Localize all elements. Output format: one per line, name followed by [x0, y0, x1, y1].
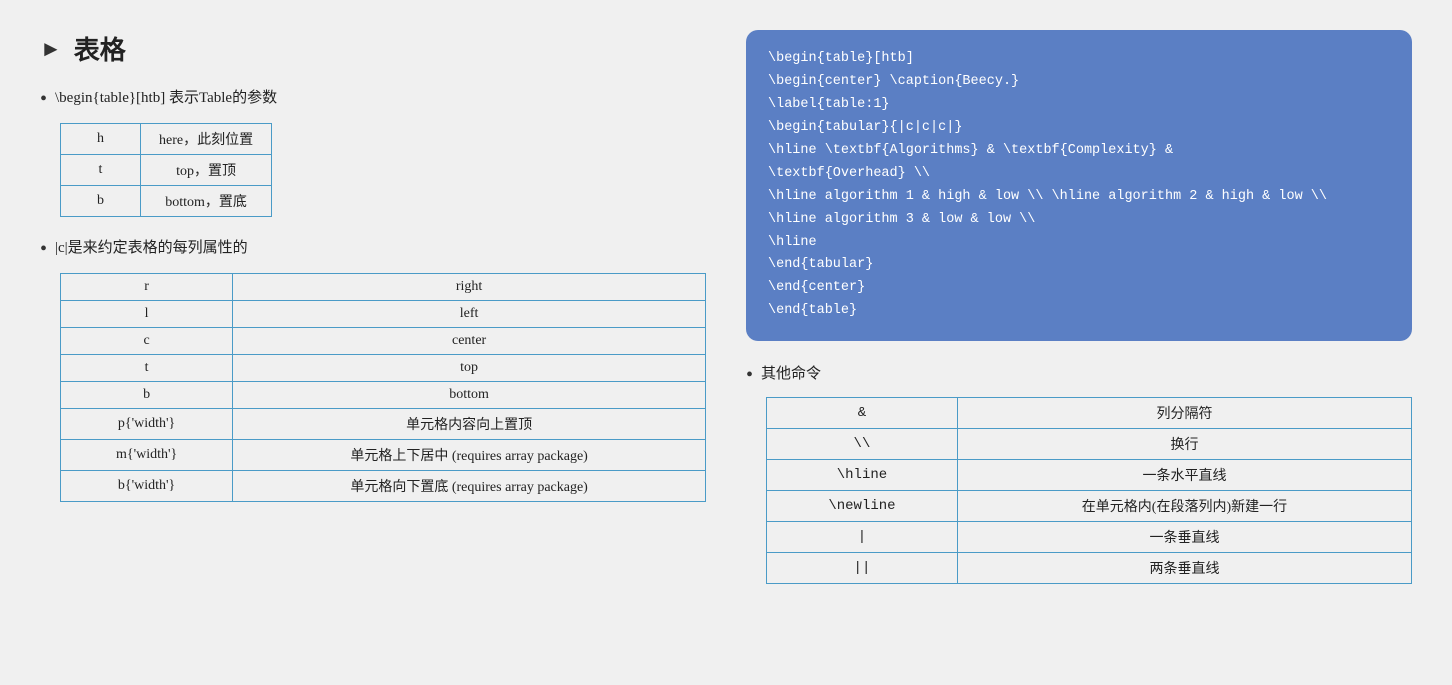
table-row: \hline 一条水平直线 [767, 460, 1412, 491]
table-cell: l [61, 301, 233, 328]
table-cell: t [61, 355, 233, 382]
code-line: \hline algorithm 3 & low & low \\ [768, 209, 1390, 232]
table-cell: top [233, 355, 706, 382]
bullet-item-other: • 其他命令 [746, 363, 1412, 387]
table-cell: b [61, 382, 233, 409]
bullet-item-1: • \begin{table}[htb] 表示Table的参数 [40, 87, 706, 111]
table-row: b{'width'} 单元格向下置底 (requires array packa… [61, 471, 706, 502]
table-row: \newline 在单元格内(在段落列内)新建一行 [767, 491, 1412, 522]
table-cell: & [767, 398, 958, 429]
title-text: 表格 [74, 30, 126, 67]
table-cell: 单元格向下置底 (requires array package) [233, 471, 706, 502]
table-cell: b [61, 186, 141, 217]
table-cell: | [767, 522, 958, 553]
table-row: || 两条垂直线 [767, 553, 1412, 584]
table-row: m{'width'} 单元格上下居中 (requires array packa… [61, 440, 706, 471]
table-row: l left [61, 301, 706, 328]
table-cell: || [767, 553, 958, 584]
section-title: ► 表格 [40, 30, 706, 67]
table-cell: 一条垂直线 [957, 522, 1411, 553]
code-line: \end{tabular} [768, 254, 1390, 277]
table-cell: \\ [767, 429, 958, 460]
table-cell: p{'width'} [61, 409, 233, 440]
code-line: \begin{table}[htb] [768, 48, 1390, 71]
table-row: & 列分隔符 [767, 398, 1412, 429]
table-cell: center [233, 328, 706, 355]
code-line: \textbf{Overhead} \\ [768, 163, 1390, 186]
arrow-icon: ► [40, 36, 62, 62]
table-row: r right [61, 274, 706, 301]
table-cell: 在单元格内(在段落列内)新建一行 [957, 491, 1411, 522]
code-line: \hline \textbf{Algorithms} & \textbf{Com… [768, 140, 1390, 163]
table-cell: 一条水平直线 [957, 460, 1411, 491]
code-line: \begin{center} \caption{Beecy.} [768, 71, 1390, 94]
code-line: \label{table:1} [768, 94, 1390, 117]
table-cell: right [233, 274, 706, 301]
left-column: ► 表格 • \begin{table}[htb] 表示Table的参数 h h… [40, 30, 706, 584]
table-htb-params: h here，此刻位置 t top，置顶 b bottom，置底 [60, 123, 272, 217]
table-row: c center [61, 328, 706, 355]
bullet-dot-1: • [40, 87, 47, 111]
bullet-text-2: |c|是来约定表格的每列属性的 [55, 237, 248, 260]
commands-table: & 列分隔符 \\ 换行 \hline 一条水平直线 \newline 在单元格… [766, 397, 1412, 584]
latex-code-block: \begin{table}[htb] \begin{center} \capti… [746, 30, 1412, 341]
page-content: ► 表格 • \begin{table}[htb] 表示Table的参数 h h… [40, 30, 1412, 584]
code-line: \end{table} [768, 300, 1390, 323]
table-column-props: r right l left c center t top b bottom [60, 273, 706, 502]
table-cell: bottom [233, 382, 706, 409]
table-row: t top，置顶 [61, 155, 272, 186]
bullet-item-2: • |c|是来约定表格的每列属性的 [40, 237, 706, 261]
table-cell: \hline [767, 460, 958, 491]
table-cell: 单元格上下居中 (requires array package) [233, 440, 706, 471]
code-line: \hline algorithm 1 & high & low \\ \hlin… [768, 186, 1390, 209]
other-commands-label: 其他命令 [761, 363, 821, 386]
table-row: t top [61, 355, 706, 382]
table-cell: 单元格内容向上置顶 [233, 409, 706, 440]
table-row: p{'width'} 单元格内容向上置顶 [61, 409, 706, 440]
table-cell: 列分隔符 [957, 398, 1411, 429]
code-line: \hline [768, 232, 1390, 255]
table-row: h here，此刻位置 [61, 124, 272, 155]
right-column: \begin{table}[htb] \begin{center} \capti… [746, 30, 1412, 584]
table-cell: c [61, 328, 233, 355]
table-cell: m{'width'} [61, 440, 233, 471]
other-commands-section: • 其他命令 & 列分隔符 \\ 换行 \hline 一条水平直线 [746, 363, 1412, 584]
table-cell: t [61, 155, 141, 186]
table-cell: \newline [767, 491, 958, 522]
code-line: \end{center} [768, 277, 1390, 300]
bullet-dot-other: • [746, 363, 753, 387]
table-cell: top，置顶 [141, 155, 272, 186]
table-cell: bottom，置底 [141, 186, 272, 217]
table-cell: left [233, 301, 706, 328]
table-row: \\ 换行 [767, 429, 1412, 460]
table-row: b bottom [61, 382, 706, 409]
table-cell: b{'width'} [61, 471, 233, 502]
table-cell: 换行 [957, 429, 1411, 460]
table-cell: 两条垂直线 [957, 553, 1411, 584]
table-cell: r [61, 274, 233, 301]
table-row: | 一条垂直线 [767, 522, 1412, 553]
table-row: b bottom，置底 [61, 186, 272, 217]
bullet-text-1: \begin{table}[htb] 表示Table的参数 [55, 87, 277, 110]
table-cell: here，此刻位置 [141, 124, 272, 155]
code-line: \begin{tabular}{|c|c|c|} [768, 117, 1390, 140]
table-cell: h [61, 124, 141, 155]
bullet-dot-2: • [40, 237, 47, 261]
